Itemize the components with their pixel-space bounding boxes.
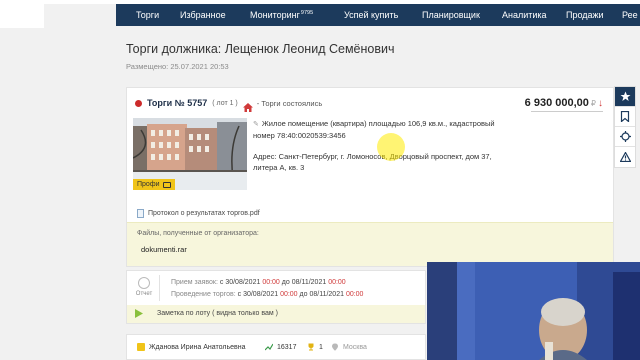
manager-card: Жданова Ирина Анатольевна 16317 1 Москва [126,334,426,360]
schedule-dates: Прием заявок: с 30/08/2021 00:00 до 08/1… [171,277,363,301]
target-icon [619,131,631,142]
favorite-star-button[interactable] [615,87,635,107]
profi-label: Профи [137,181,160,188]
pencil-icon[interactable]: ✎ [253,119,259,130]
webcam-overlay [427,262,640,360]
chart-icon [265,343,273,351]
organizer-files: Файлы, полученные от организатора: dokum… [127,222,613,266]
manager-rank-value: 1 [319,343,323,351]
nav-monitoring-label: Мониторинг [250,10,300,20]
note-icon [135,309,143,318]
nav-item-monitoring[interactable]: Мониторинг9795 [250,10,313,20]
nav-item-sales[interactable]: Продажи [566,10,604,20]
auction-from-time: 00:00 [280,291,298,298]
nav-item-analytics[interactable]: Аналитика [502,10,547,20]
manager-name[interactable]: Жданова Ирина Анатольевна [137,343,245,351]
trophy-icon [308,343,314,351]
logo[interactable] [0,0,44,28]
auction-from: с 30/08/2021 [237,291,279,298]
manager-count: 16317 [265,343,296,351]
lot-photo[interactable]: Профи [133,118,247,190]
auction-row: Проведение торгов: с 30/08/2021 00:00 до… [171,289,363,301]
user-icon [137,343,145,351]
manager-rank: 1 [307,343,323,351]
price-value: 6 930 000,00 [524,97,589,109]
lot-tag: ( лот 1 ) [212,99,238,107]
lot-price: 6 930 000,00 ₽ ↓ [525,97,603,109]
applications-label: Прием заявок: [171,279,218,286]
camera-icon [162,181,171,188]
nav-item-planner[interactable]: Планировщик [422,10,480,20]
applications-from-time: 00:00 [262,279,280,286]
applications-row: Прием заявок: с 30/08/2021 00:00 до 08/1… [171,277,363,289]
side-toolbar [614,86,636,168]
report-button[interactable]: Отчет [133,277,155,297]
cursor-highlight [377,133,405,161]
manager-city: Москва [331,343,367,351]
protocol-file[interactable]: Протокол о результатах торгов.pdf [137,209,260,218]
lot-header: Торги № 5757 ( лот 1 ) - Торги состоялис… [135,98,323,112]
applications-from: с 30/08/2021 [219,279,261,286]
profi-badge: Профи [133,179,175,190]
warning-icon [619,152,631,162]
applications-to: до 08/11/2021 [281,279,327,286]
files-label: Файлы, полученные от организатора: [137,230,259,237]
auction-to-time: 00:00 [345,291,364,298]
lot-note[interactable]: Заметка по лоту ( видна только вам ) [127,305,425,323]
file-link[interactable]: dokumenti.rar [141,245,187,254]
currency-symbol: ₽ [590,98,596,108]
nav-item-hurry[interactable]: Успей купить [344,10,398,20]
nav-item-favorites[interactable]: Избранное [180,10,226,20]
status-dot-icon [135,99,142,107]
arrow-down-icon: ↓ [598,97,603,109]
auction-to: до 08/11/2021 [299,291,344,298]
report-label: Отчет [135,291,153,297]
location-pin-icon [332,343,338,351]
lot-status: - Торги состоялись [256,98,323,108]
lot-card: Торги № 5757 ( лот 1 ) - Торги состоялис… [126,87,614,267]
schedule-card: Отчет Прием заявок: с 30/08/2021 00:00 д… [126,270,426,324]
monitoring-count-badge: 9795 [300,10,314,16]
main-nav: Торги Избранное Мониторинг9795 Успей куп… [116,4,640,26]
protocol-link[interactable]: Протокол о результатах торгов.pdf [148,210,260,217]
manager-name-text: Жданова Ирина Анатольевна [149,343,246,351]
lot-number-link[interactable]: Торги № 5757 [147,98,207,108]
applications-to-time: 00:00 [328,279,346,286]
posted-date: Размещено: 25.07.2021 20:53 [126,62,229,71]
divider [159,275,160,301]
report-icon [138,277,150,289]
document-icon [137,209,144,218]
bookmark-icon [620,111,630,122]
auction-label: Проведение торгов: [171,291,236,298]
warning-button[interactable] [615,147,635,167]
nav-item-torgi[interactable]: Торги [136,10,159,20]
house-icon [242,99,253,112]
description-text: Жилое помещение (квартира) площадью 106,… [253,119,495,140]
nav-item-registry[interactable]: Рее [622,10,638,20]
note-text: Заметка по лоту ( видна только вам ) [157,310,279,317]
page-title: Торги должника: Лещенюк Леонид Семёнович [126,42,395,56]
price-underline [531,111,603,112]
manager-city-value: Москва [343,343,367,351]
target-button[interactable] [615,127,635,147]
manager-count-value: 16317 [277,343,297,351]
bookmark-button[interactable] [615,107,635,127]
star-icon [620,91,630,101]
lot-description: ✎ Жилое помещение (квартира) площадью 106… [253,118,503,141]
